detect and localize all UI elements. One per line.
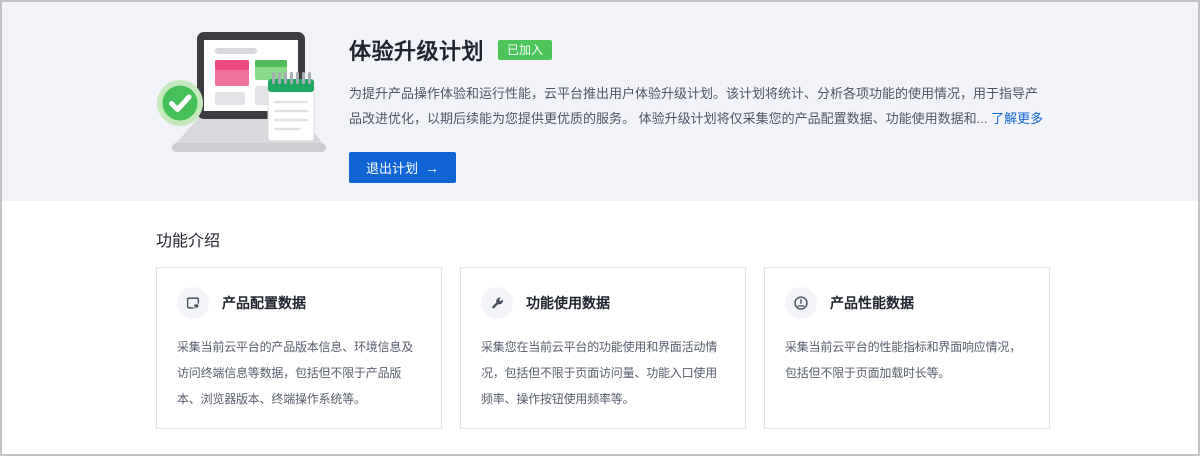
feature-card-product-performance: 产品性能数据 采集当前云平台的性能指标和界面响应情况，包括但不限于页面加载时长等… — [764, 267, 1050, 429]
hero-section: 体验升级计划 已加入 为提升产品操作体验和运行性能，云平台推出用户体验升级计划。… — [2, 2, 1198, 201]
card-description: 采集当前云平台的性能指标和界面响应情况，包括但不限于页面加载时长等。 — [785, 334, 1032, 386]
feature-card-feature-usage: 功能使用数据 采集您在当前云平台的功能使用和界面活动情况，包括但不限于页面访问量… — [460, 267, 746, 429]
feature-cards: 产品配置数据 采集当前云平台的产品版本信息、环境信息及访问终端信息等数据，包括但… — [156, 267, 1198, 429]
card-description: 采集您在当前云平台的功能使用和界面活动情况，包括但不限于页面访问量、功能入口使用… — [481, 334, 728, 412]
plan-description: 为提升产品操作体验和运行性能，云平台推出用户体验升级计划。该计划将统计、分析各项… — [349, 81, 1049, 131]
plan-description-text: 为提升产品操作体验和运行性能，云平台推出用户体验升级计划。该计划将统计、分析各项… — [349, 86, 1038, 126]
card-description: 采集当前云平台的产品版本信息、环境信息及访问终端信息等数据，包括但不限于产品版本… — [177, 334, 424, 412]
features-section: 功能介绍 产品配置数据 采集当前云平台的产品版本信息、环境信息及访问终端信息等数… — [2, 201, 1198, 429]
exit-plan-button-label: 退出计划 — [366, 158, 418, 177]
card-title: 产品性能数据 — [830, 293, 914, 313]
upgrade-plan-illustration — [142, 27, 332, 157]
exit-plan-button[interactable]: 退出计划 → — [349, 152, 456, 183]
card-head: 产品配置数据 — [177, 287, 424, 319]
title-row: 体验升级计划 已加入 — [349, 34, 1049, 66]
features-heading: 功能介绍 — [156, 227, 1198, 251]
card-title: 产品配置数据 — [222, 293, 306, 313]
experience-upgrade-plan-panel: 体验升级计划 已加入 为提升产品操作体验和运行性能，云平台推出用户体验升级计划。… — [0, 0, 1200, 456]
card-title: 功能使用数据 — [526, 293, 610, 313]
page-title: 体验升级计划 — [349, 34, 484, 66]
product-config-icon — [177, 287, 209, 319]
card-head: 功能使用数据 — [481, 287, 728, 319]
check-badge-graphic — [157, 80, 203, 126]
feature-card-product-config: 产品配置数据 采集当前云平台的产品版本信息、环境信息及访问终端信息等数据，包括但… — [156, 267, 442, 429]
learn-more-link[interactable]: 了解更多 — [991, 111, 1043, 126]
card-head: 产品性能数据 — [785, 287, 1032, 319]
arrow-right-icon: → — [425, 161, 439, 175]
notepad-graphic — [268, 72, 314, 141]
wrench-icon — [481, 287, 513, 319]
hero-content: 体验升级计划 已加入 为提升产品操作体验和运行性能，云平台推出用户体验升级计划。… — [349, 27, 1049, 183]
joined-status-badge: 已加入 — [498, 40, 552, 60]
gauge-icon — [785, 287, 817, 319]
